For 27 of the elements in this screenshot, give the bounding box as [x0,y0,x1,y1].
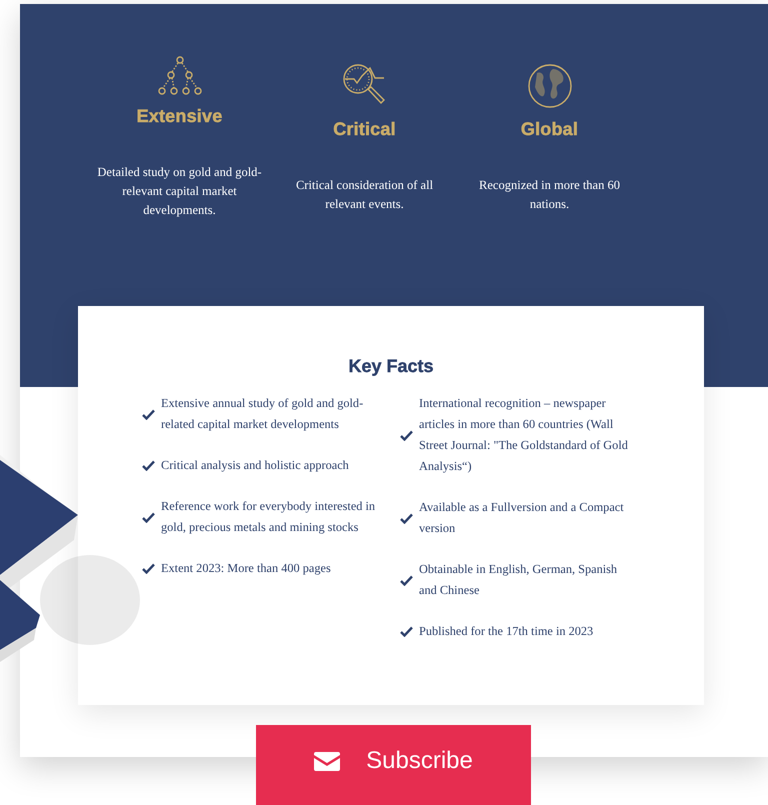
subscribe-button[interactable]: Subscribe [256,725,531,805]
feature-description: Recognized in more than 60 nations. [478,176,621,212]
check-icon [142,460,155,471]
check-icon [400,430,413,440]
feature-title: Global [520,118,578,140]
feature-title: Critical [333,118,396,140]
check-icon [142,512,155,522]
fact-text: Obtainable in English, German, Spanish and Chinese [419,561,618,599]
fact-text: Extent 2023: More than 400 pages [161,560,331,577]
fact-text: Critical analysis and holistic approach [161,457,349,474]
check-icon [142,408,155,420]
fact-text: Reference work for everybody interested in gold, precious metals and mining stocks [161,498,376,536]
feature-title: Extensive [136,106,222,127]
check-icon [400,626,413,637]
fact-text: International recognition – newspaper articles in more than 60 countries (Wall Street Journal: "The Goldstandard of Gold Analysis“) [419,395,629,475]
check-icon [400,574,413,586]
feature-description: Detailed study on gold and gold-relevant capital market developments. [96,164,263,219]
globe-icon [526,62,572,108]
hierarchy-icon [158,56,202,96]
envelope-icon [314,752,340,770]
check-icon [400,512,413,524]
check-icon [142,563,155,574]
fact-text: Extensive annual study of gold and gold-related capital market developments [161,395,364,433]
fact-text: Published for the 17th time in 2023 [419,623,594,640]
key-facts-title: Key Facts [348,356,434,377]
feature-description: Critical consideration of all relevant events. [294,176,434,212]
fact-text: Available as a Fullversion and a Compact version [419,499,625,537]
